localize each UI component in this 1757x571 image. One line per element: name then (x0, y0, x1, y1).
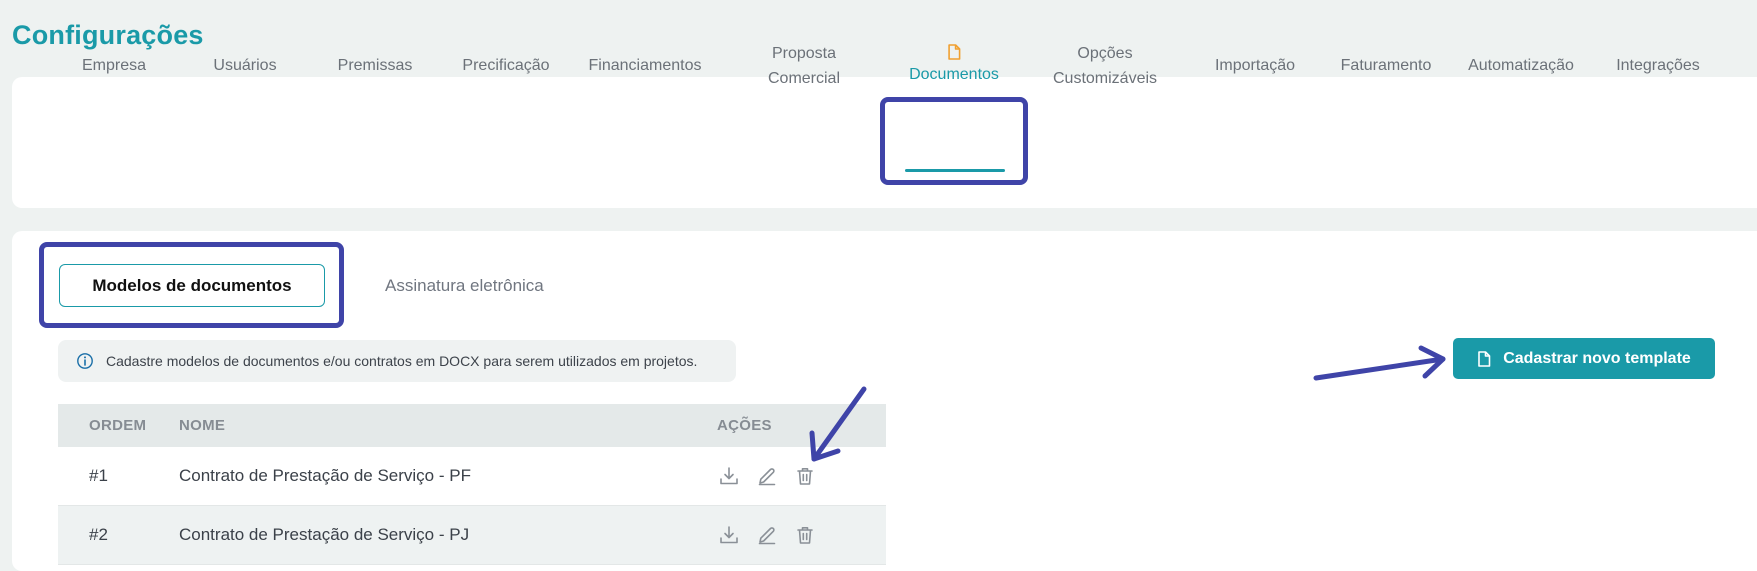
nav-item-usuarios[interactable]: Usuários (213, 0, 276, 131)
trash-icon[interactable] (793, 523, 817, 547)
row-name: Contrato de Prestação de Serviço - PJ (179, 525, 470, 544)
trash-icon[interactable] (793, 464, 817, 488)
info-text: Cadastre modelos de documentos e/ou cont… (106, 353, 698, 369)
column-header-nome: NOME (179, 417, 226, 434)
column-header-acoes: AÇÕES (717, 417, 772, 434)
new-template-button[interactable]: Cadastrar novo template (1453, 338, 1715, 379)
nav-item-premissas[interactable]: Premissas (338, 0, 413, 131)
table-header: ORDEM NOME AÇÕES (58, 404, 886, 447)
nav-item-precificacao[interactable]: Precificação (462, 0, 549, 131)
tab-assinatura-eletronica[interactable]: Assinatura eletrônica (385, 264, 544, 307)
nav-item-label: Importação (1214, 57, 1296, 74)
nav-item-label: Financiamentos (588, 57, 702, 74)
nav-item-label: Automatização (1468, 57, 1574, 74)
edit-icon[interactable] (755, 464, 779, 488)
nav-item-label: Customizáveis (1052, 69, 1158, 87)
nav-item-proposta-comercial[interactable]: Proposta Comercial (768, 0, 840, 131)
row-order: #2 (89, 525, 108, 544)
document-icon (1478, 350, 1491, 367)
nav-item-faturamento[interactable]: Faturamento (1341, 0, 1432, 131)
column-header-ordem: ORDEM (89, 417, 147, 434)
info-icon (77, 353, 93, 369)
row-actions (717, 523, 817, 547)
nav-item-label: Premissas (337, 57, 413, 74)
nav-item-label: Opções (1077, 44, 1133, 62)
table-row: #1 Contrato de Prestação de Serviço - PF (58, 447, 886, 506)
nav-item-label: Empresa (81, 57, 147, 74)
edit-icon[interactable] (755, 523, 779, 547)
nav-item-integracoes[interactable]: Integrações (1616, 0, 1700, 131)
nav-item-label: Usuários (213, 57, 277, 74)
new-template-label: Cadastrar novo template (1503, 349, 1691, 367)
templates-table: ORDEM NOME AÇÕES #1 Contrato de Prestaçã… (58, 404, 886, 565)
row-actions (717, 464, 817, 488)
highlight-box-documentos (880, 97, 1028, 185)
nav-item-label: Precificação (462, 57, 550, 74)
download-icon[interactable] (717, 464, 741, 488)
info-banner: Cadastre modelos de documentos e/ou cont… (58, 340, 736, 382)
nav-item-label: Faturamento (1340, 57, 1432, 74)
document-icon (948, 44, 961, 60)
row-order: #1 (89, 466, 108, 485)
row-name: Contrato de Prestação de Serviço - PF (179, 466, 471, 485)
nav-item-label: Comercial (767, 69, 841, 87)
nav-item-automatizacao[interactable]: Automatização (1468, 0, 1574, 131)
download-icon[interactable] (717, 523, 741, 547)
nav-item-importacao[interactable]: Importação (1215, 0, 1295, 131)
nav-item-financiamentos[interactable]: Financiamentos (589, 0, 702, 131)
nav-item-empresa[interactable]: Empresa (82, 0, 146, 131)
nav-item-label: Integrações (1616, 57, 1700, 74)
highlight-box-modelos (39, 242, 344, 328)
nav-item-label: Documentos (909, 66, 999, 83)
table-row: #2 Contrato de Prestação de Serviço - PJ (58, 506, 886, 565)
nav-item-opcoes-customizaveis[interactable]: Opções Customizáveis (1053, 0, 1157, 131)
nav-item-label: Proposta (771, 44, 837, 62)
